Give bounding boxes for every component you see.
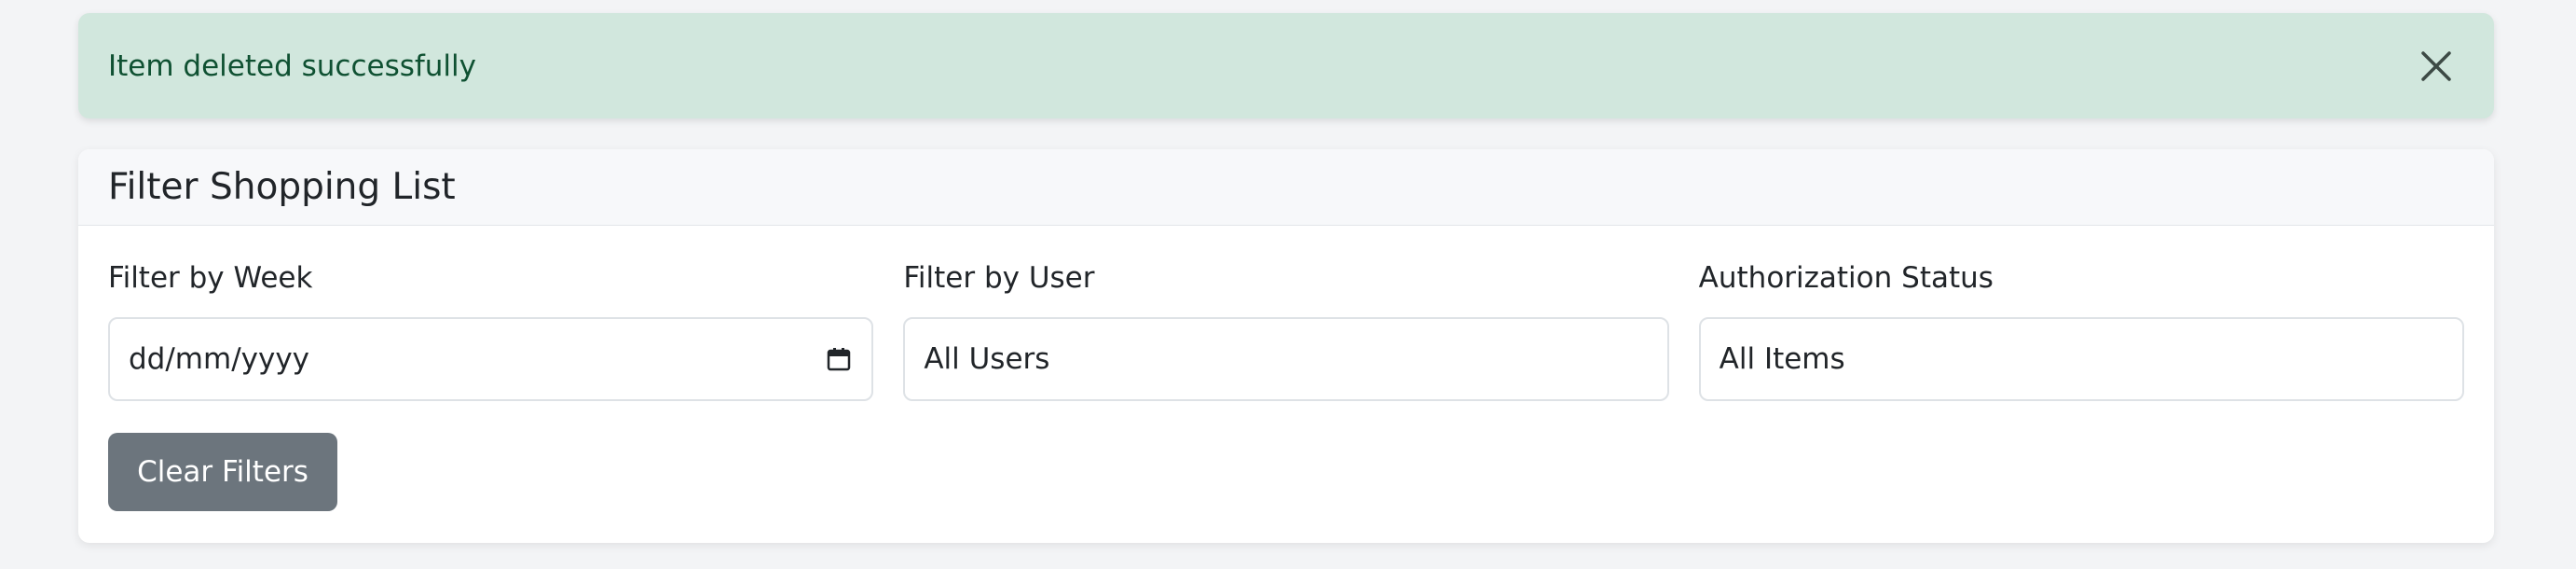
alert-message: Item deleted successfully — [108, 49, 477, 83]
week-filter-group: Filter by Week dd/mm/yyyy — [108, 259, 874, 401]
user-filter-group: Filter by User All Users — [903, 259, 1669, 401]
user-select-value: All Users — [924, 342, 1050, 376]
card-title: Filter Shopping List — [108, 166, 456, 208]
week-date-input[interactable]: dd/mm/yyyy — [108, 317, 874, 401]
clear-filters-button[interactable]: Clear Filters — [108, 433, 337, 511]
status-select[interactable]: All Items — [1698, 317, 2464, 401]
week-filter-label: Filter by Week — [108, 261, 313, 295]
filter-card: Filter Shopping List Filter by Week dd/m… — [78, 149, 2494, 543]
close-icon[interactable] — [2416, 46, 2457, 87]
calendar-icon[interactable] — [825, 345, 853, 373]
week-date-value: dd/mm/yyyy — [129, 342, 310, 376]
filter-row: Filter by Week dd/mm/yyyy Filter by User — [108, 259, 2464, 401]
status-filter-label: Authorization Status — [1698, 261, 1994, 295]
success-alert: Item deleted successfully — [78, 13, 2494, 118]
card-body: Filter by Week dd/mm/yyyy Filter by User — [78, 259, 2494, 511]
card-header: Filter Shopping List — [78, 149, 2494, 226]
user-filter-label: Filter by User — [903, 261, 1095, 295]
status-filter-group: Authorization Status All Items — [1698, 259, 2464, 401]
status-select-value: All Items — [1719, 342, 1845, 376]
user-select[interactable]: All Users — [903, 317, 1669, 401]
